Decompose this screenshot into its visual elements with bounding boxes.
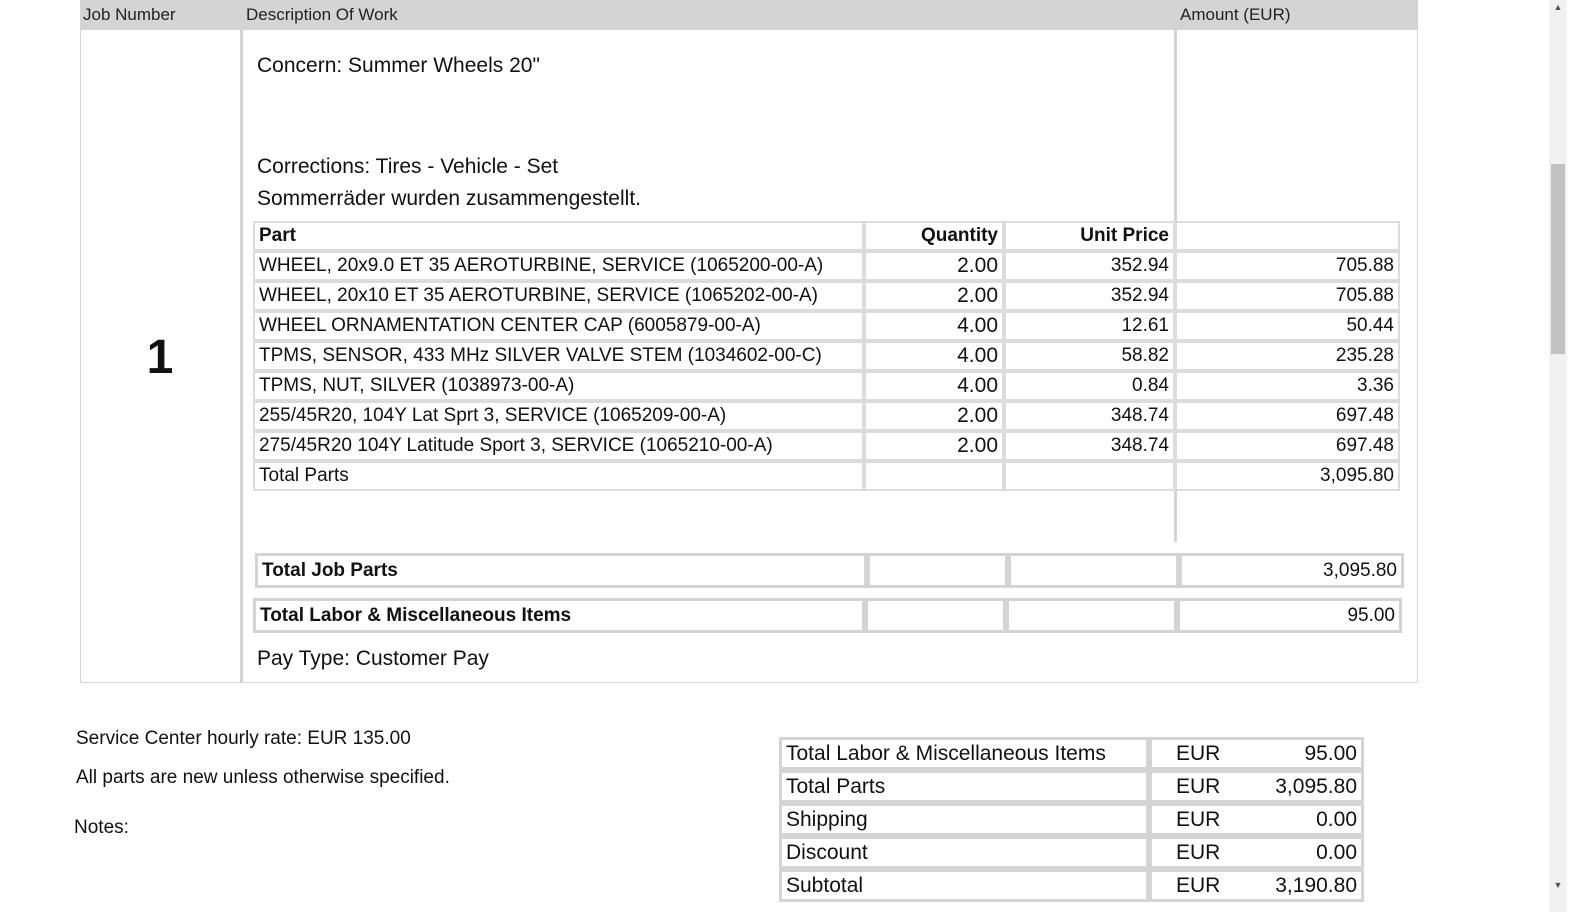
summary-row: Total Parts EUR 3,095.80 — [779, 770, 1364, 803]
summary-currency: EUR — [1149, 803, 1249, 836]
summary-row: Shipping EUR 0.00 — [779, 803, 1364, 836]
summary-value: 0.00 — [1249, 836, 1364, 869]
scroll-up-icon[interactable]: ▲ — [1549, 2, 1567, 12]
part-name: WHEEL ORNAMENTATION CENTER CAP (6005879-… — [253, 311, 864, 341]
part-amount: 697.48 — [1175, 431, 1400, 461]
notes-label: Notes: — [74, 817, 129, 838]
part-header: Part — [253, 221, 864, 251]
table-row: WHEEL ORNAMENTATION CENTER CAP (6005879-… — [253, 311, 1400, 341]
part-name: WHEEL, 20x10 ET 35 AEROTURBINE, SERVICE … — [253, 281, 864, 311]
part-unit-price: 0.84 — [1004, 371, 1175, 401]
total-job-parts-row: Total Job Parts 3,095.80 — [255, 553, 1404, 588]
summary-label: Total Labor & Miscellaneous Items — [779, 737, 1149, 770]
description-header: Description Of Work — [246, 5, 398, 24]
total-labor-value: 95.00 — [1177, 598, 1402, 633]
table-row: TPMS, SENSOR, 433 MHz SILVER VALVE STEM … — [253, 341, 1400, 371]
summary-currency: EUR — [1149, 836, 1249, 869]
total-job-parts-label: Total Job Parts — [255, 553, 867, 588]
summary-label: Shipping — [779, 803, 1149, 836]
part-unit-price: 352.94 — [1004, 251, 1175, 281]
total-parts-value: 3,095.80 — [1175, 461, 1400, 491]
empty-cell — [865, 598, 1006, 633]
summary-row: Subtotal EUR 3,190.80 — [779, 869, 1364, 902]
total-labor-table: Total Labor & Miscellaneous Items 95.00 — [253, 598, 1402, 633]
table-row: 255/45R20, 104Y Lat Sprt 3, SERVICE (106… — [253, 401, 1400, 431]
part-quantity: 2.00 — [864, 281, 1004, 311]
corrections-text: Corrections: Tires - Vehicle - Set — [257, 155, 559, 178]
job-column-divider — [240, 30, 243, 682]
empty-cell — [1004, 461, 1175, 491]
part-amount: 705.88 — [1175, 251, 1400, 281]
table-row: TPMS, NUT, SILVER (1038973-00-A) 4.00 0.… — [253, 371, 1400, 401]
work-note: Sommerräder wurden zusammengestellt. — [257, 187, 641, 210]
total-job-parts-table: Total Job Parts 3,095.80 — [255, 553, 1404, 588]
empty-cell — [1008, 553, 1179, 588]
summary-currency: EUR — [1149, 737, 1249, 770]
amount-header: Amount (EUR) — [1180, 5, 1291, 24]
part-amount: 705.88 — [1175, 281, 1400, 311]
quantity-header: Quantity — [864, 221, 1004, 251]
part-amount: 235.28 — [1175, 341, 1400, 371]
job-number-header: Job Number — [83, 5, 176, 24]
part-amount: 697.48 — [1175, 401, 1400, 431]
amount-header-cell — [1175, 221, 1400, 251]
part-name: TPMS, SENSOR, 433 MHz SILVER VALVE STEM … — [253, 341, 864, 371]
part-quantity: 4.00 — [864, 311, 1004, 341]
summary-label: Total Parts — [779, 770, 1149, 803]
part-unit-price: 12.61 — [1004, 311, 1175, 341]
part-name: WHEEL, 20x9.0 ET 35 AEROTURBINE, SERVICE… — [253, 251, 864, 281]
table-header: Job Number Description Of Work Amount (E… — [80, 0, 1418, 30]
summary-value: 3,190.80 — [1249, 869, 1364, 902]
part-amount: 50.44 — [1175, 311, 1400, 341]
empty-cell — [864, 461, 1004, 491]
total-parts-row: Total Parts 3,095.80 — [253, 461, 1400, 491]
table-row: 275/45R20 104Y Latitude Sport 3, SERVICE… — [253, 431, 1400, 461]
empty-cell — [867, 553, 1008, 588]
part-unit-price: 348.74 — [1004, 431, 1175, 461]
summary-currency: EUR — [1149, 869, 1249, 902]
summary-row: Total Labor & Miscellaneous Items EUR 95… — [779, 737, 1364, 770]
part-quantity: 2.00 — [864, 401, 1004, 431]
scroll-down-icon[interactable]: ▼ — [1549, 880, 1567, 890]
vertical-scrollbar[interactable] — [1549, 0, 1567, 912]
part-unit-price: 352.94 — [1004, 281, 1175, 311]
total-parts-label: Total Parts — [253, 461, 864, 491]
parts-note: All parts are new unless otherwise speci… — [76, 767, 450, 788]
hourly-rate: Service Center hourly rate: EUR 135.00 — [76, 728, 411, 749]
scrollbar-thumb[interactable] — [1551, 164, 1565, 354]
concern-text: Concern: Summer Wheels 20" — [257, 54, 540, 77]
total-job-parts-value: 3,095.80 — [1179, 553, 1404, 588]
part-unit-price: 58.82 — [1004, 341, 1175, 371]
part-name: TPMS, NUT, SILVER (1038973-00-A) — [253, 371, 864, 401]
total-labor-label: Total Labor & Miscellaneous Items — [253, 598, 865, 633]
unit-price-header: Unit Price — [1004, 221, 1175, 251]
part-unit-price: 348.74 — [1004, 401, 1175, 431]
parts-header-row: Part Quantity Unit Price — [253, 221, 1400, 251]
summary-label: Subtotal — [779, 869, 1149, 902]
table-row: WHEEL, 20x10 ET 35 AEROTURBINE, SERVICE … — [253, 281, 1400, 311]
empty-cell — [1006, 598, 1177, 633]
part-quantity: 4.00 — [864, 341, 1004, 371]
part-quantity: 2.00 — [864, 251, 1004, 281]
table-row: WHEEL, 20x9.0 ET 35 AEROTURBINE, SERVICE… — [253, 251, 1400, 281]
job-number: 1 — [146, 331, 174, 384]
parts-table: Part Quantity Unit Price WHEEL, 20x9.0 E… — [253, 221, 1400, 491]
part-quantity: 2.00 — [864, 431, 1004, 461]
part-name: 255/45R20, 104Y Lat Sprt 3, SERVICE (106… — [253, 401, 864, 431]
summary-value: 95.00 — [1249, 737, 1364, 770]
part-amount: 3.36 — [1175, 371, 1400, 401]
part-quantity: 4.00 — [864, 371, 1004, 401]
summary-value: 3,095.80 — [1249, 770, 1364, 803]
total-labor-row: Total Labor & Miscellaneous Items 95.00 — [253, 598, 1402, 633]
summary-value: 0.00 — [1249, 803, 1364, 836]
summary-currency: EUR — [1149, 770, 1249, 803]
summary-table: Total Labor & Miscellaneous Items EUR 95… — [779, 737, 1364, 902]
summary-label: Discount — [779, 836, 1149, 869]
part-name: 275/45R20 104Y Latitude Sport 3, SERVICE… — [253, 431, 864, 461]
summary-row: Discount EUR 0.00 — [779, 836, 1364, 869]
pay-type: Pay Type: Customer Pay — [257, 647, 489, 670]
